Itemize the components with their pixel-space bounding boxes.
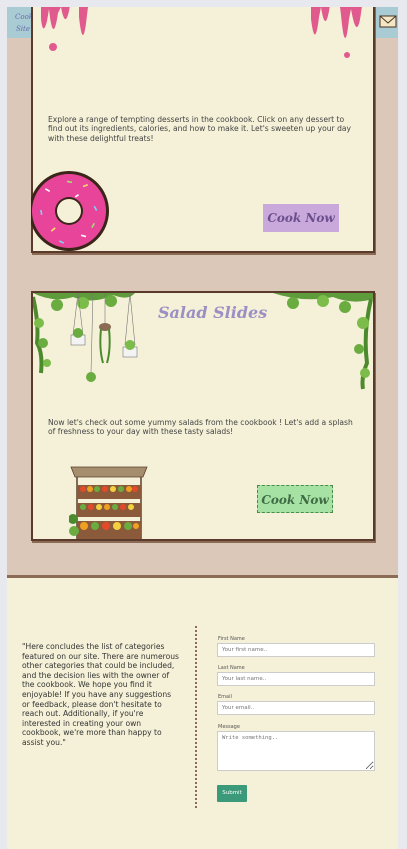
salad-card-title: Salad Slides xyxy=(158,303,268,322)
donut-image xyxy=(31,171,109,251)
message-textarea[interactable] xyxy=(217,731,375,771)
message-label: Message xyxy=(218,724,240,730)
salad-description: Now let's check out some yummy salads fr… xyxy=(48,418,353,437)
page: Cooking Site Explore a range of tempting… xyxy=(7,7,398,849)
last-name-input[interactable] xyxy=(217,672,375,686)
email-label: Email xyxy=(218,694,232,700)
dessert-cook-now-button[interactable]: Cook Now xyxy=(263,204,339,232)
last-name-label: Last Name xyxy=(218,665,245,671)
mail-icon[interactable] xyxy=(379,12,397,30)
dessert-card: Explore a range of tempting desserts in … xyxy=(31,7,375,253)
first-name-label: First Name xyxy=(218,636,245,642)
email-input[interactable] xyxy=(217,701,375,715)
dessert-description: Explore a range of tempting desserts in … xyxy=(48,115,352,143)
footer-divider xyxy=(195,626,197,808)
dripping-frosting-decoration xyxy=(41,7,362,58)
submit-button[interactable]: Submit xyxy=(217,785,247,802)
salad-cook-now-button[interactable]: Cook Now xyxy=(257,485,333,513)
salad-card: Salad Slides Now let's check out some yu… xyxy=(31,291,375,541)
vegetable-stand-image xyxy=(69,466,148,539)
first-name-input[interactable] xyxy=(217,643,375,657)
footer-quote: "Here concludes the list of categories f… xyxy=(22,642,179,747)
